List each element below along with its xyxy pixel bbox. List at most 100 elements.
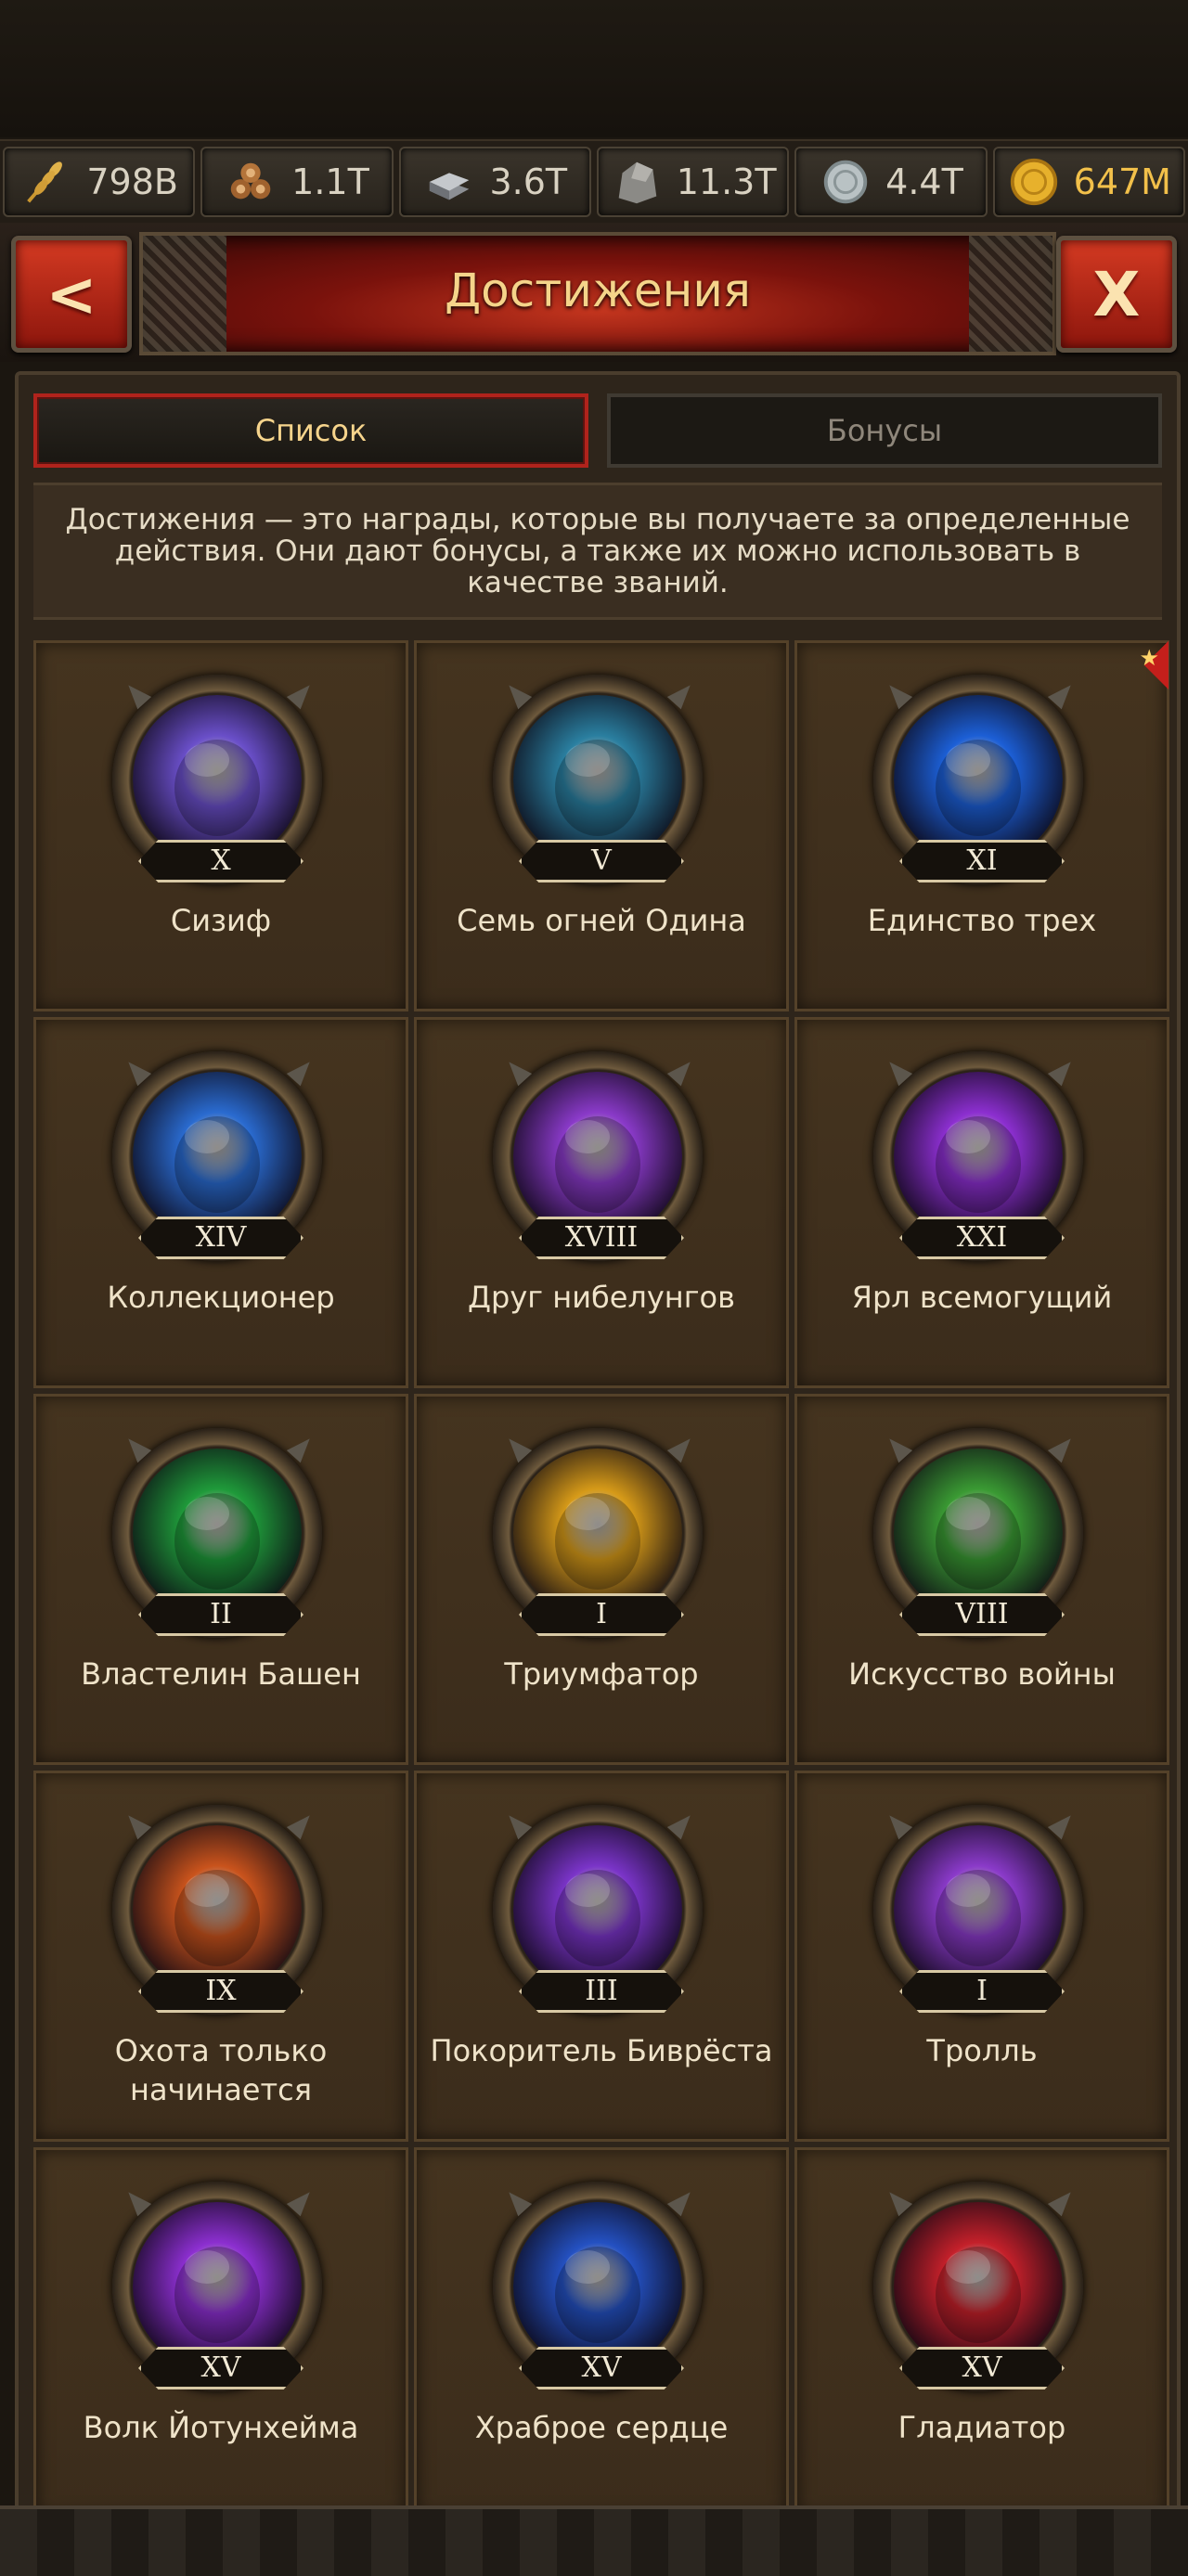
title-banner: Достижения [139, 232, 1056, 355]
achievement-grid: X Сизиф V Семь огней Одина XI Единство т… [33, 640, 1169, 2518]
achievement-card[interactable]: XV Храброе сердце [414, 2147, 789, 2518]
rank-numeral: I [519, 1593, 684, 1636]
star-icon: ★ [1139, 645, 1159, 671]
gold-amount: 647M [1073, 161, 1171, 202]
achievement-card[interactable]: XI Единство трех ★ [794, 640, 1169, 1011]
achievement-name: Триумфатор [504, 1656, 699, 1692]
wood-amount: 1.1T [291, 161, 369, 202]
achievement-medal: X [112, 675, 326, 888]
rank-numeral: X [138, 840, 303, 882]
achievement-card[interactable]: X Сизиф [33, 640, 408, 1011]
resource-iron[interactable]: 3.6T [398, 147, 591, 217]
achievement-card[interactable]: V Семь огней Одина [414, 640, 789, 1011]
achievement-card[interactable]: II Властелин Башен [33, 1394, 408, 1765]
chevron-left-icon: < [45, 258, 97, 330]
achievement-name: Коллекционер [107, 1280, 335, 1315]
treasure-chest-icon [513, 1072, 682, 1241]
rainbow-bridge-icon [513, 1825, 682, 1994]
rank-numeral: IX [138, 1970, 303, 2013]
achievement-name: Тролль [926, 2033, 1038, 2068]
resource-stone[interactable]: 11.3T [596, 147, 790, 217]
resource-wood[interactable]: 1.1T [200, 147, 394, 217]
tower-icon [133, 1449, 302, 1617]
achievement-medal: IX [112, 1805, 326, 2018]
achievement-medal: III [493, 1805, 706, 2018]
achievement-medal: V [493, 675, 706, 888]
braveheart-armor-icon [513, 2202, 682, 2371]
achievement-card[interactable]: XIV Коллекционер [33, 1017, 408, 1388]
achievements-panel: Список Бонусы Достижения — это награды, … [15, 371, 1181, 2518]
iron-amount: 3.6T [489, 161, 568, 202]
seven-fires-icon [513, 695, 682, 864]
tab-bonuses[interactable]: Бонусы [607, 393, 1162, 468]
tab-bar: Список Бонусы [33, 393, 1162, 468]
tab-list[interactable]: Список [33, 393, 588, 468]
close-icon: X [1092, 258, 1141, 330]
description-text: Достижения — это награды, которые вы пол… [33, 483, 1162, 620]
bottom-border [0, 2505, 1188, 2576]
achievement-card[interactable]: XV Гладиатор [794, 2147, 1169, 2518]
sisyphus-boulder-icon [133, 695, 302, 864]
resource-gold[interactable]: 647M [992, 147, 1185, 217]
achievement-name: Единство трех [867, 903, 1097, 938]
achievement-card[interactable]: III Покоритель Биврёста [414, 1771, 789, 2142]
troll-icon [894, 1825, 1063, 1994]
rank-numeral: VIII [899, 1593, 1065, 1636]
rank-numeral: III [519, 1970, 684, 2013]
rank-numeral: I [899, 1970, 1065, 2013]
achievement-medal: I [873, 1805, 1087, 2018]
wheat-amount: 798B [86, 161, 178, 202]
achievement-medal: XV [493, 2182, 706, 2395]
achievement-medal: VIII [873, 1428, 1087, 1642]
achievement-name: Ярл всемогущий [851, 1280, 1113, 1315]
banner-axe-icon [133, 2202, 302, 2371]
achievement-name: Сизиф [170, 903, 272, 938]
resource-wheat[interactable]: 798B [3, 147, 196, 217]
achievement-name: Храброе сердце [474, 2410, 729, 2445]
achievement-name: Гладиатор [897, 2410, 1066, 2445]
new-ribbon-icon: ★ [1120, 641, 1169, 689]
hooded-hunter-icon [133, 1825, 302, 1994]
achievement-medal: I [493, 1428, 706, 1642]
status-area [0, 0, 1188, 137]
collector-fist-icon [133, 1072, 302, 1241]
rank-numeral: XV [519, 2347, 684, 2389]
achievement-card[interactable]: XXI Ярл всемогущий [794, 1017, 1169, 1388]
achievement-card[interactable]: XV Волк Йотунхейма [33, 2147, 408, 2518]
gladiator-helmet-icon [894, 2202, 1063, 2371]
gold-coin-icon [1007, 155, 1061, 209]
achievement-card[interactable]: IX Охота только начинается [33, 1771, 408, 2142]
achievement-name: Друг нибелунгов [468, 1280, 735, 1315]
rank-numeral: XVIII [519, 1217, 684, 1259]
achievement-medal: XI [873, 675, 1087, 888]
achievement-medal: XV [873, 2182, 1087, 2395]
achievement-medal: XV [112, 2182, 326, 2395]
achievement-name: Покоритель Биврёста [430, 2033, 773, 2068]
rank-numeral: XV [138, 2347, 303, 2389]
stone-amount: 11.3T [676, 161, 777, 202]
wheat-icon [19, 155, 73, 209]
achievement-medal: XVIII [493, 1051, 706, 1265]
achievement-name: Охота только начинается [114, 2033, 328, 2107]
rank-numeral: II [138, 1593, 303, 1636]
resource-silver[interactable]: 4.4T [794, 147, 988, 217]
achievement-name: Семь огней Одина [457, 903, 746, 938]
achievement-medal: XIV [112, 1051, 326, 1265]
achievement-card[interactable]: I Триумфатор [414, 1394, 789, 1765]
iron-icon [422, 155, 476, 209]
rank-numeral: XIV [138, 1217, 303, 1259]
achievement-card[interactable]: VIII Искусство войны [794, 1394, 1169, 1765]
triumph-hand-icon [513, 1449, 682, 1617]
back-button[interactable]: < [11, 236, 132, 353]
achievement-card[interactable]: XVIII Друг нибелунгов [414, 1017, 789, 1388]
rank-numeral: V [519, 840, 684, 882]
silver-amount: 4.4T [885, 161, 963, 202]
achievement-card[interactable]: I Тролль [794, 1771, 1169, 2142]
header: Достижения < X [0, 223, 1188, 362]
resource-bar: 798B 1.1T 3.6T 11.3T 4.4T 647M [0, 139, 1188, 225]
rank-numeral: XV [899, 2347, 1065, 2389]
close-button[interactable]: X [1056, 236, 1177, 353]
three-unity-sphere-icon [894, 695, 1063, 864]
page-title: Достижения [445, 264, 751, 317]
silver-icon [819, 155, 872, 209]
